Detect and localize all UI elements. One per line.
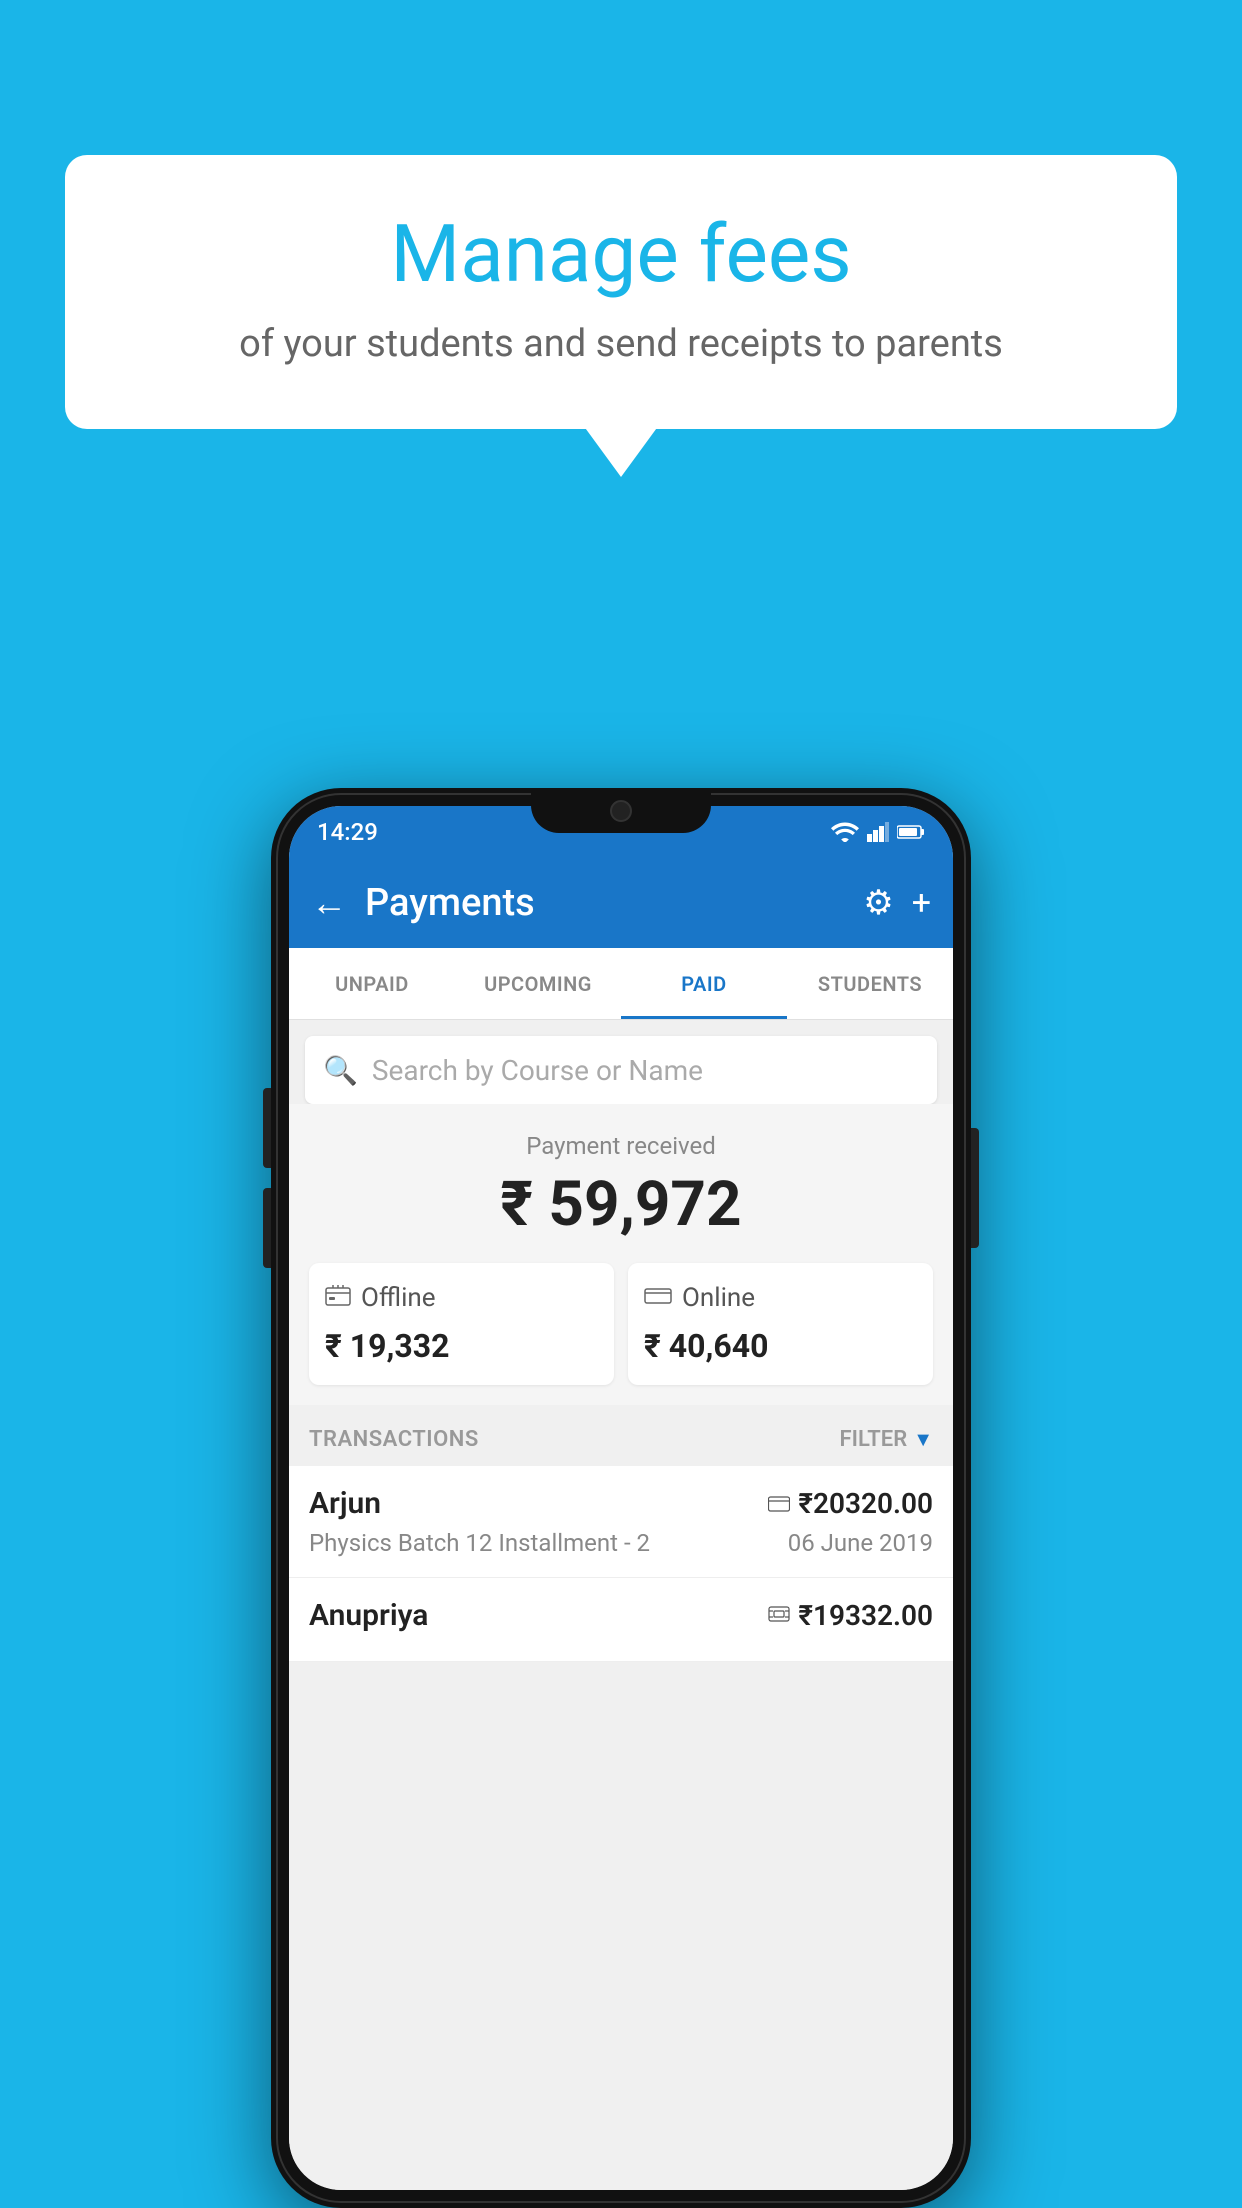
search-container[interactable]: 🔍 Search by Course or Name bbox=[305, 1036, 937, 1104]
transaction-row1: Anupriya bbox=[309, 1598, 933, 1633]
tab-unpaid[interactable]: UNPAID bbox=[289, 948, 455, 1019]
speech-bubble-container: Manage fees of your students and send re… bbox=[65, 155, 1177, 429]
speech-bubble-subtitle: of your students and send receipts to pa… bbox=[125, 320, 1117, 369]
add-button[interactable]: + bbox=[912, 883, 931, 923]
tabs-bar: UNPAID UPCOMING PAID STUDENTS bbox=[289, 948, 953, 1020]
offline-label: Offline bbox=[361, 1283, 436, 1313]
settings-icon[interactable]: ⚙ bbox=[863, 883, 893, 923]
volume-down-button bbox=[263, 1188, 271, 1268]
transaction-course: Physics Batch 12 Installment - 2 bbox=[309, 1529, 650, 1557]
battery-icon bbox=[897, 824, 925, 840]
tab-students[interactable]: STUDENTS bbox=[787, 948, 953, 1019]
speech-bubble-title: Manage fees bbox=[125, 210, 1117, 298]
online-icon bbox=[644, 1283, 672, 1313]
transaction-item[interactable]: Arjun ₹20320.00 Physics bbox=[289, 1466, 953, 1578]
transactions-label: TRANSACTIONS bbox=[309, 1427, 479, 1452]
filter-button[interactable]: FILTER ▼ bbox=[840, 1427, 933, 1452]
tab-paid[interactable]: PAID bbox=[621, 948, 787, 1019]
top-bar: ← Payments ⚙ + bbox=[289, 858, 953, 948]
online-amount: ₹ 40,640 bbox=[644, 1327, 768, 1365]
offline-card: Offline ₹ 19,332 bbox=[309, 1263, 614, 1385]
cash-payment-icon bbox=[768, 1602, 790, 1630]
phone-notch bbox=[531, 788, 711, 833]
search-icon: 🔍 bbox=[323, 1054, 358, 1087]
transaction-amount-row: ₹20320.00 bbox=[768, 1487, 933, 1520]
content-area: 🔍 Search by Course or Name Payment recei… bbox=[289, 1020, 953, 2190]
transaction-name: Arjun bbox=[309, 1486, 381, 1521]
offline-icon bbox=[325, 1283, 351, 1313]
card-payment-icon bbox=[768, 1490, 790, 1518]
payment-received-label: Payment received bbox=[309, 1132, 933, 1160]
volume-up-button bbox=[263, 1088, 271, 1168]
offline-card-row: Offline bbox=[325, 1283, 436, 1313]
transaction-amount: ₹19332.00 bbox=[798, 1599, 933, 1632]
phone-screen: 14:29 bbox=[289, 806, 953, 2190]
tab-upcoming[interactable]: UPCOMING bbox=[455, 948, 621, 1019]
camera-icon bbox=[610, 800, 632, 822]
power-button bbox=[971, 1128, 979, 1248]
status-icons bbox=[831, 822, 925, 842]
payment-amount: ₹ 59,972 bbox=[309, 1168, 933, 1241]
offline-amount: ₹ 19,332 bbox=[325, 1327, 449, 1365]
transaction-item[interactable]: Anupriya bbox=[289, 1578, 953, 1662]
back-button[interactable]: ← bbox=[311, 882, 347, 924]
wifi-icon bbox=[831, 822, 859, 842]
transaction-row1: Arjun ₹20320.00 bbox=[309, 1486, 933, 1521]
phone-frame: 14:29 bbox=[271, 788, 971, 2208]
transaction-date: 06 June 2019 bbox=[788, 1529, 933, 1557]
transaction-amount: ₹20320.00 bbox=[798, 1487, 933, 1520]
payment-summary: Payment received ₹ 59,972 bbox=[289, 1104, 953, 1405]
phone-container: 14:29 bbox=[271, 788, 971, 2208]
signal-icon bbox=[867, 822, 889, 842]
transaction-name: Anupriya bbox=[309, 1598, 428, 1633]
top-bar-icons: ⚙ + bbox=[863, 883, 931, 923]
transaction-row2: Physics Batch 12 Installment - 2 06 June… bbox=[309, 1529, 933, 1557]
transactions-header: TRANSACTIONS FILTER ▼ bbox=[289, 1405, 953, 1466]
transaction-amount-row: ₹19332.00 bbox=[768, 1599, 933, 1632]
online-card-row: Online bbox=[644, 1283, 755, 1313]
search-input[interactable]: Search by Course or Name bbox=[372, 1054, 703, 1087]
filter-icon: ▼ bbox=[913, 1427, 933, 1452]
status-time: 14:29 bbox=[317, 818, 378, 846]
page-title: Payments bbox=[365, 881, 845, 925]
speech-bubble: Manage fees of your students and send re… bbox=[65, 155, 1177, 429]
payment-cards: Offline ₹ 19,332 bbox=[309, 1263, 933, 1385]
online-card: Online ₹ 40,640 bbox=[628, 1263, 933, 1385]
online-label: Online bbox=[682, 1283, 755, 1313]
